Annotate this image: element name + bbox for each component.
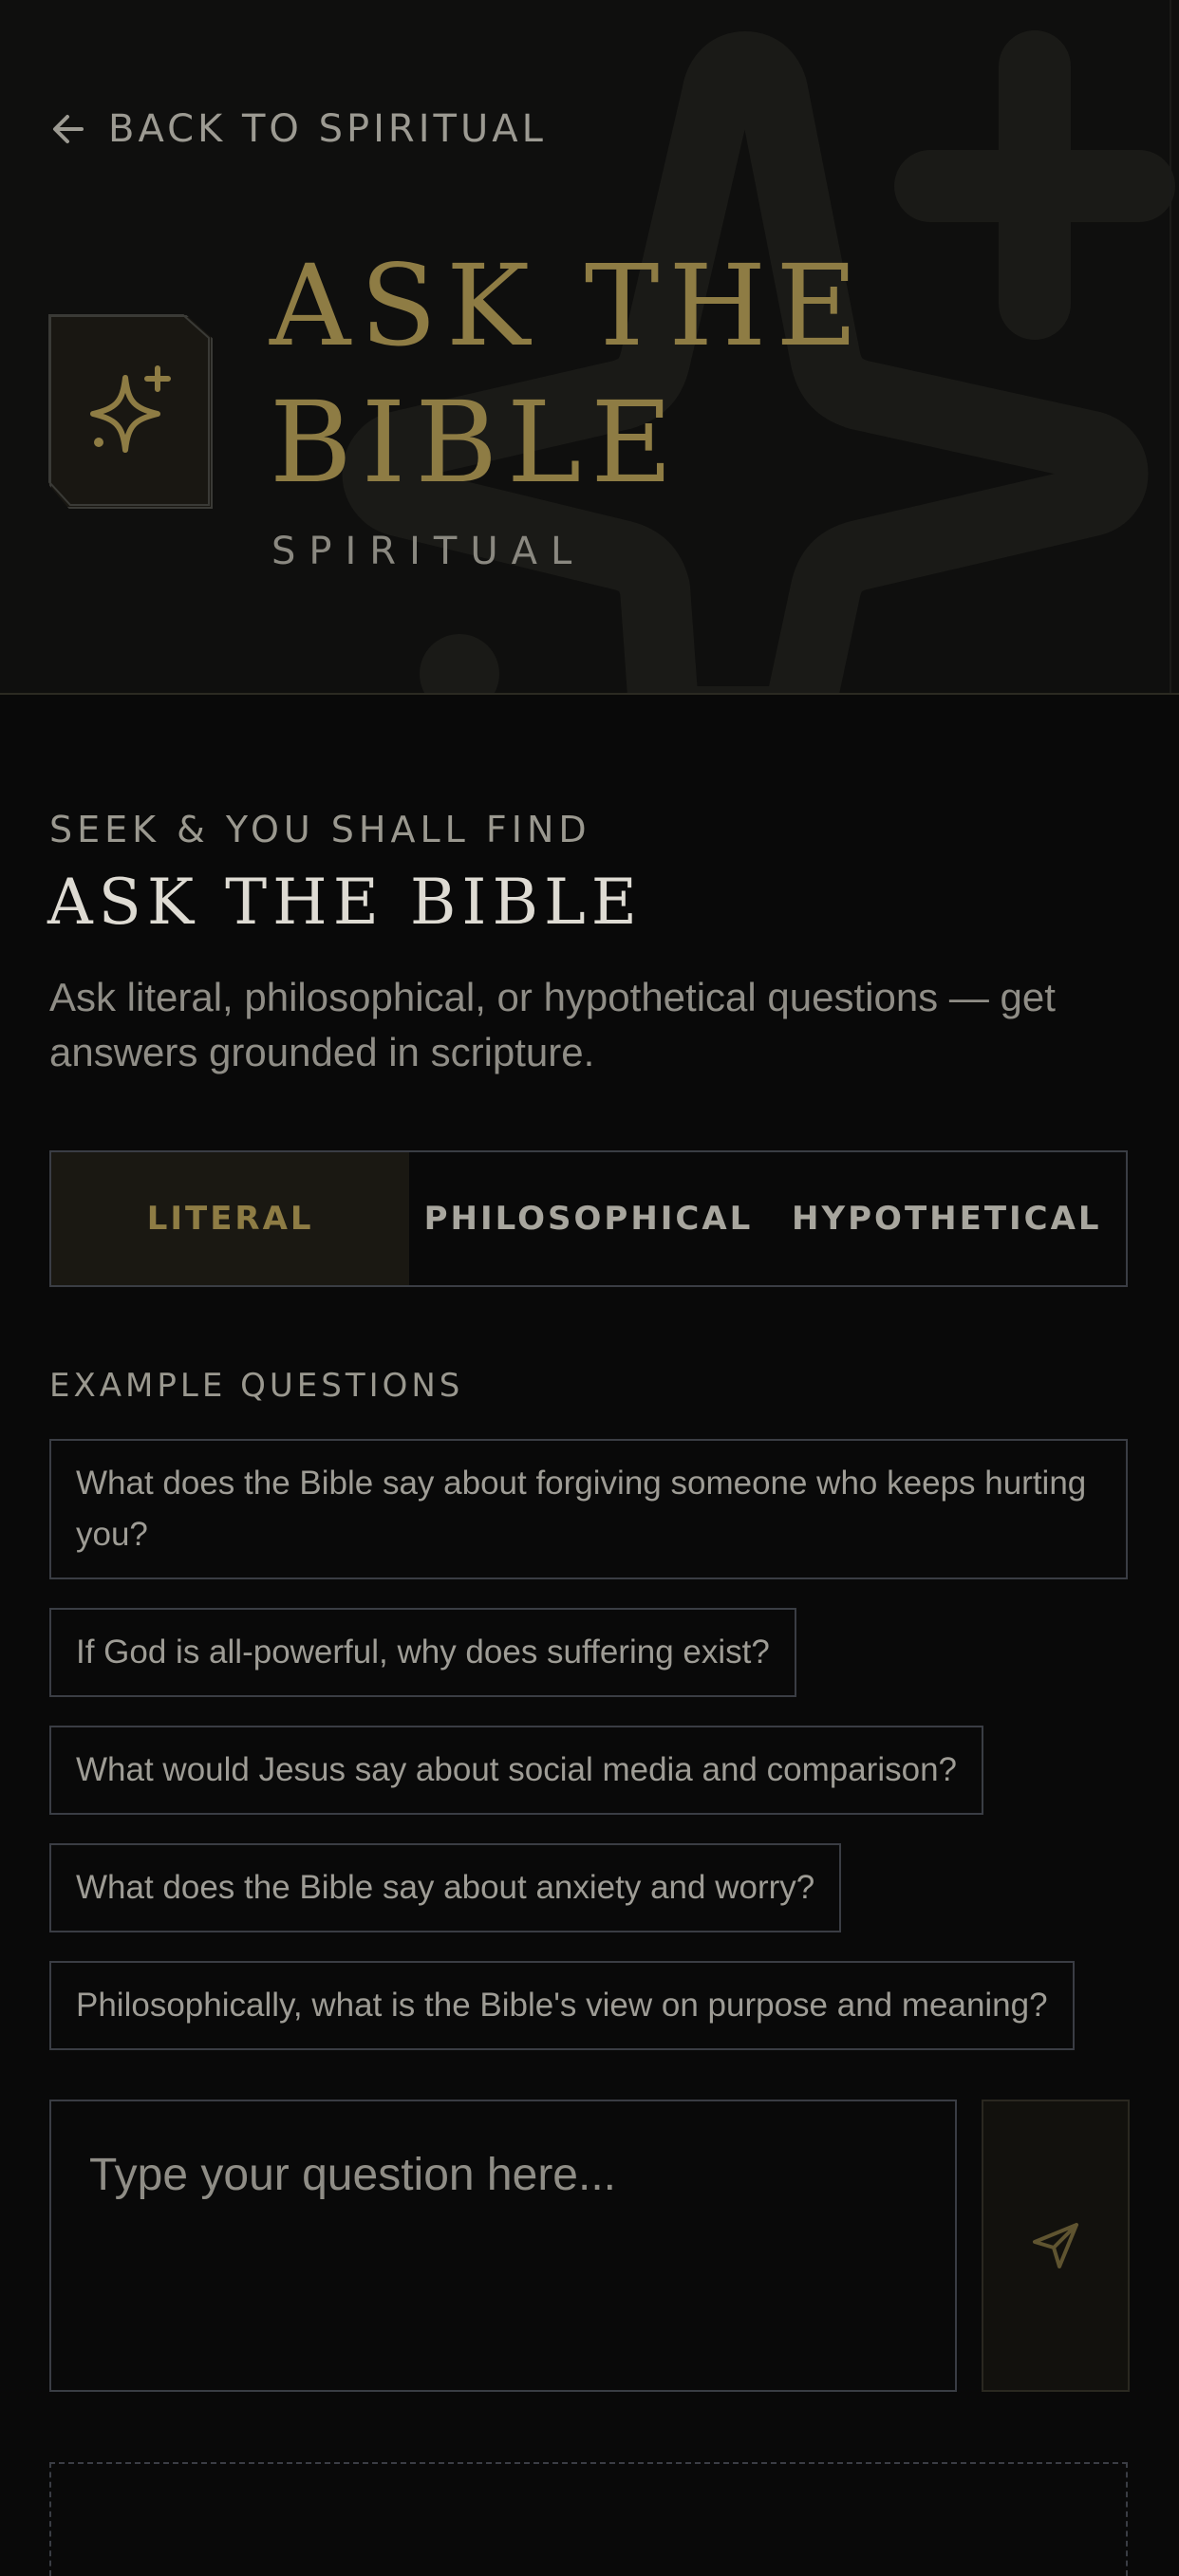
page-title-line-1: ASK THE (270, 240, 868, 371)
examples-label: EXAMPLE QUESTIONS (49, 1367, 464, 1405)
question-input[interactable] (51, 2101, 955, 2390)
question-input-container (49, 2100, 957, 2392)
page-title: ASK THE BIBLE (270, 237, 934, 511)
example-question[interactable]: Philosophically, what is the Bible's vie… (49, 1961, 1075, 2050)
tab-philosophical[interactable]: PHILOSOPHICAL (409, 1152, 767, 1285)
page-category: SPIRITUAL (271, 530, 586, 573)
tab-literal[interactable]: LITERAL (51, 1152, 410, 1285)
example-question-list: What does the Bible say about forgiving … (49, 1439, 1132, 2079)
hero-badge (49, 315, 213, 509)
hero-edge-rule (1170, 0, 1171, 693)
answer-placeholder-area (49, 2462, 1128, 2576)
example-question[interactable]: What does the Bible say about forgiving … (49, 1439, 1128, 1579)
tab-hypothetical[interactable]: HYPOTHETICAL (768, 1152, 1126, 1285)
send-button[interactable] (982, 2100, 1130, 2392)
question-mode-tabs: LITERAL PHILOSOPHICAL HYPOTHETICAL (49, 1150, 1128, 1287)
page-title-line-2: BIBLE (270, 377, 683, 508)
example-question[interactable]: What does the Bible say about anxiety an… (49, 1843, 842, 1932)
arrow-left-icon (53, 115, 84, 143)
back-link-label: BACK TO SPIRITUAL (108, 107, 547, 151)
send-icon (1033, 2223, 1078, 2268)
section-description: Ask literal, philosophical, or hypotheti… (49, 975, 1056, 1074)
sparkle-icon (90, 365, 171, 453)
section-title: ASK THE BIBLE (47, 866, 643, 939)
hero-header: BACK TO SPIRITUAL ASK THE BIBLE SPIRITUA… (0, 0, 1179, 695)
example-question[interactable]: If God is all-powerful, why does sufferi… (49, 1608, 796, 1697)
section-eyebrow: SEEK & YOU SHALL FIND (49, 809, 591, 850)
example-question[interactable]: What would Jesus say about social media … (49, 1726, 983, 1815)
back-to-spiritual-link[interactable]: BACK TO SPIRITUAL (49, 103, 547, 156)
